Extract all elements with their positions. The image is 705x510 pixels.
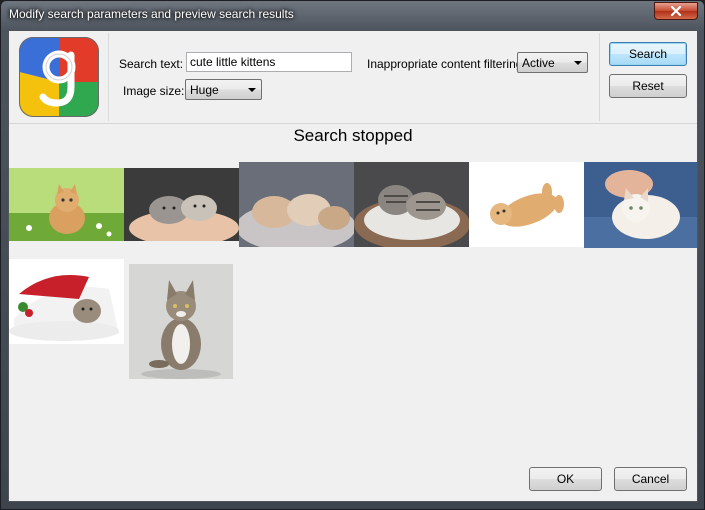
image-size-select[interactable]: Huge <box>185 79 262 100</box>
window-title: Modify search parameters and preview sea… <box>9 7 294 21</box>
result-thumbnail[interactable] <box>124 168 239 241</box>
action-buttons-area: Search Reset <box>600 33 696 121</box>
result-thumbnail[interactable] <box>9 168 124 241</box>
kitten-on-jeans-image <box>584 162 697 248</box>
title-bar[interactable]: Modify search parameters and preview sea… <box>1 1 704 31</box>
tabby-kittens-in-basket-image <box>354 162 469 247</box>
close-icon <box>670 6 682 16</box>
search-parameters-panel: Search text: cute little kittens Image s… <box>9 31 697 124</box>
result-thumbnail[interactable] <box>9 259 124 344</box>
parameters-area: Search text: cute little kittens Image s… <box>109 33 600 121</box>
content-filter-select[interactable]: Active <box>517 52 588 73</box>
image-size-label: Image size: <box>123 84 185 98</box>
result-thumbnail[interactable] <box>469 162 584 247</box>
search-text-label: Search text: <box>119 57 184 71</box>
client-area: Search text: cute little kittens Image s… <box>8 30 698 502</box>
result-thumbnail[interactable] <box>354 162 469 247</box>
dialog-window: Modify search parameters and preview sea… <box>0 0 705 510</box>
search-button[interactable]: Search <box>609 42 687 66</box>
search-status: Search stopped <box>293 126 413 145</box>
kitten-in-grass-image <box>9 168 124 241</box>
result-thumbnail[interactable] <box>239 162 354 247</box>
logo-area <box>10 33 109 121</box>
close-button[interactable] <box>654 2 698 20</box>
content-filter-value: Active <box>522 56 555 70</box>
result-thumbnail[interactable] <box>129 264 233 379</box>
reset-button[interactable]: Reset <box>609 74 687 98</box>
chevron-down-icon <box>574 61 582 65</box>
google-logo-icon <box>19 37 99 117</box>
cancel-button[interactable]: Cancel <box>614 467 687 491</box>
maine-coon-kitten-image <box>129 264 233 379</box>
chevron-down-icon <box>248 88 256 92</box>
search-results-grid <box>9 148 697 408</box>
two-kittens-in-hand-image <box>124 168 239 241</box>
image-size-value: Huge <box>190 83 219 97</box>
kitten-lying-on-back-image <box>469 162 584 247</box>
content-filter-label: Inappropriate content filtering: <box>367 57 526 71</box>
ok-button[interactable]: OK <box>529 467 602 491</box>
sleeping-kittens-image <box>239 162 354 247</box>
search-text-input[interactable]: cute little kittens <box>186 52 352 72</box>
kitten-in-santa-hat-image <box>9 259 124 344</box>
result-thumbnail[interactable] <box>584 162 697 248</box>
